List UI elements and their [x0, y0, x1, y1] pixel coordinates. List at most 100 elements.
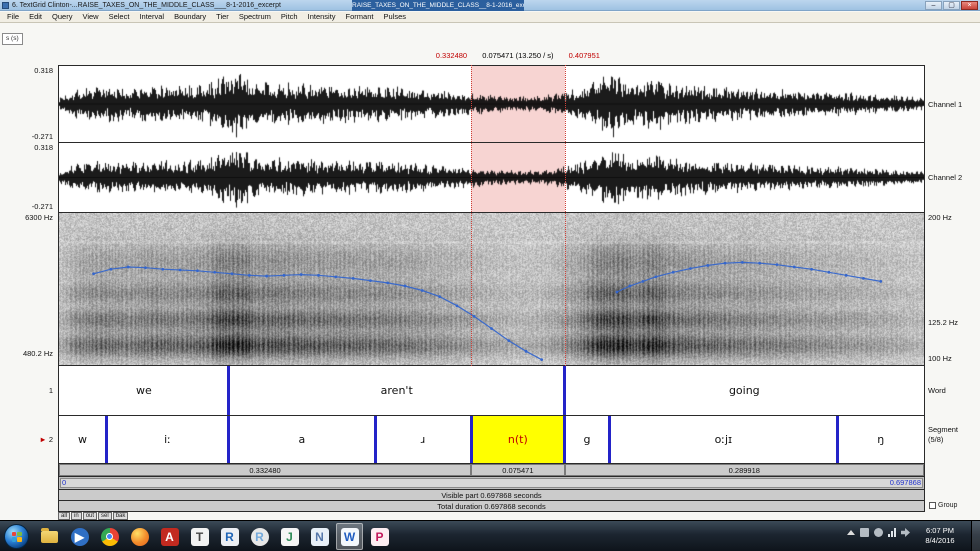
firefox-icon[interactable]	[126, 523, 153, 550]
windows-media-player-glyph: ▶	[70, 527, 89, 546]
tier1-number[interactable]: 1	[0, 386, 55, 395]
interval-label: going	[728, 384, 760, 397]
selection-duration[interactable]: 0.075471 (13.250 / s)	[482, 51, 553, 60]
interval-label: n(t)	[507, 433, 528, 446]
interval-we[interactable]: we	[59, 366, 229, 415]
taskbar-clock[interactable]: 6:07 PM 8/4/2016	[913, 526, 967, 546]
google-chrome-glyph	[100, 527, 119, 546]
tier-boundary[interactable]	[563, 416, 567, 463]
spectrogram-panel[interactable]	[58, 212, 925, 366]
action-center-icon[interactable]	[874, 528, 883, 537]
windows-explorer-icon[interactable]	[36, 523, 63, 550]
rstudio-icon[interactable]: R	[246, 523, 273, 550]
microsoft-word-glyph: W	[340, 527, 359, 546]
menu-query[interactable]: Query	[47, 12, 77, 22]
waveform-channel-1[interactable]	[58, 65, 925, 143]
group-checkbox-box[interactable]	[929, 502, 936, 509]
interval-aren't[interactable]: aren't	[229, 366, 565, 415]
selection-start-line[interactable]	[471, 65, 473, 366]
time-unit-tab[interactable]: s (s)	[2, 33, 23, 45]
time-scrollbar[interactable]: 0 0.697868	[58, 476, 925, 490]
selection-end-line[interactable]	[564, 65, 566, 366]
maximize-button[interactable]: ▢	[943, 1, 960, 10]
tier2-name: Segment	[928, 425, 959, 434]
menu-intensity[interactable]: Intensity	[303, 12, 341, 22]
ch2-min-amplitude: -0.271	[31, 202, 53, 211]
volume-icon[interactable]	[901, 528, 910, 537]
menu-pulses[interactable]: Pulses	[378, 12, 411, 22]
tray-app-icon[interactable]	[860, 528, 869, 537]
menu-tier[interactable]: Tier	[211, 12, 234, 22]
firefox-glyph	[130, 527, 149, 546]
zoom-in-button[interactable]: in	[71, 512, 82, 520]
interval-label: oːjɪ	[714, 433, 733, 446]
titlebar[interactable]: 6. TextGrid Clinton-...RAISE_TAXES_ON_TH…	[0, 0, 980, 11]
tier-boundary[interactable]	[835, 416, 839, 463]
tier2-position: (5/8)	[928, 435, 944, 444]
tier-word[interactable]: we aren't going	[58, 365, 925, 416]
notepad-icon[interactable]: N	[306, 523, 333, 550]
scrollbar-thumb[interactable]	[60, 478, 923, 488]
menu-spectrum[interactable]: Spectrum	[234, 12, 276, 22]
zoom-bak-button[interactable]: bak	[112, 512, 129, 520]
pitch-min-label: 100 Hz	[928, 354, 952, 363]
menu-edit[interactable]: Edit	[24, 12, 47, 22]
selection-end-time[interactable]: 0.407951	[569, 51, 600, 60]
interval-going[interactable]: going	[565, 366, 924, 415]
waveform-channel-2[interactable]	[58, 142, 925, 213]
menu-view[interactable]: View	[77, 12, 103, 22]
close-button[interactable]: ×	[961, 1, 978, 10]
channel2-label: Channel 2	[928, 173, 963, 182]
interval-n(t)[interactable]: n(t)	[471, 416, 565, 463]
microsoft-word-icon[interactable]: W	[336, 523, 363, 550]
show-desktop-button[interactable]	[971, 521, 980, 551]
tier-boundary[interactable]	[563, 366, 567, 415]
praat-icon[interactable]: P	[366, 523, 393, 550]
windows-media-player-icon[interactable]: ▶	[66, 523, 93, 550]
r-project-icon[interactable]: R	[216, 523, 243, 550]
menu-select[interactable]: Select	[104, 12, 135, 22]
tier-boundary[interactable]	[227, 416, 231, 463]
group-checkbox[interactable]: Group	[929, 502, 957, 509]
waveform-canvas-ch2[interactable]	[59, 143, 924, 212]
total-duration-bar: Total duration 0.697868 seconds	[58, 500, 925, 512]
interval-ŋ[interactable]: ŋ	[837, 416, 924, 463]
interval-a[interactable]: a	[229, 416, 375, 463]
jabref-glyph: J	[280, 527, 299, 546]
tier-segment[interactable]: w iː a ɹ n(t) g oːjɪ ŋ	[58, 415, 925, 464]
waveform-canvas-ch1[interactable]	[59, 66, 924, 142]
zoom-all-button[interactable]: all	[58, 512, 71, 520]
menu-interval[interactable]: Interval	[134, 12, 169, 22]
tier-boundary[interactable]	[607, 416, 611, 463]
interval-oːjɪ[interactable]: oːjɪ	[609, 416, 837, 463]
network-icon[interactable]	[888, 528, 896, 537]
minimize-button[interactable]: –	[925, 1, 942, 10]
interval-ɹ[interactable]: ɹ	[375, 416, 471, 463]
menu-file[interactable]: File	[2, 12, 24, 22]
tier2-number[interactable]: ► 2	[0, 435, 55, 444]
start-button[interactable]	[4, 524, 29, 549]
zoom-out-button[interactable]: out	[82, 512, 98, 520]
texworks-icon[interactable]: T	[186, 523, 213, 550]
google-chrome-icon[interactable]	[96, 523, 123, 550]
interval-w[interactable]: w	[59, 416, 106, 463]
interval-g[interactable]: g	[565, 416, 610, 463]
tier-boundary[interactable]	[469, 416, 473, 463]
menu-formant[interactable]: Formant	[341, 12, 379, 22]
adobe-reader-icon[interactable]: A	[156, 523, 183, 550]
menu-boundary[interactable]: Boundary	[169, 12, 211, 22]
time-segment[interactable]: 0.075471	[471, 464, 565, 476]
tier-boundary[interactable]	[373, 416, 377, 463]
interval-iː[interactable]: iː	[106, 416, 229, 463]
tier-boundary[interactable]	[227, 366, 231, 415]
menu-pitch[interactable]: Pitch	[276, 12, 303, 22]
tray-expand-icon[interactable]	[847, 530, 855, 535]
jabref-icon[interactable]: J	[276, 523, 303, 550]
time-segment[interactable]: 0.289918	[564, 464, 924, 476]
tier-boundary[interactable]	[104, 416, 108, 463]
time-segment[interactable]: 0.332480	[59, 464, 472, 476]
spectrogram-canvas[interactable]	[59, 213, 924, 365]
selection-start-time[interactable]: 0.332480	[321, 51, 467, 60]
zoom-sel-button[interactable]: sel	[98, 512, 112, 520]
system-tray	[847, 528, 910, 537]
